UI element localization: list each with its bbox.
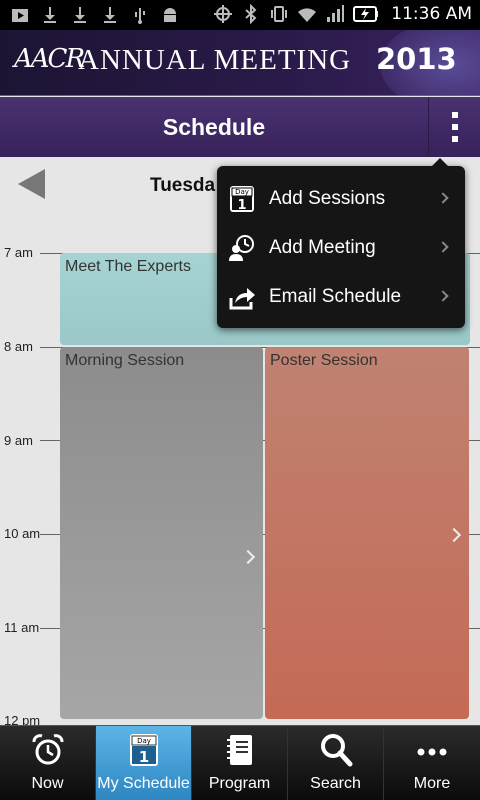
day-label: Tuesda (150, 175, 216, 196)
previous-day-button[interactable] (18, 169, 45, 199)
battery-charging-icon (353, 6, 379, 22)
bluetooth-icon (245, 4, 257, 24)
action-bar: Schedule (0, 97, 480, 157)
share-icon (229, 288, 255, 310)
calendar-day-icon: Day 1 (129, 734, 158, 766)
menu-item-add-meeting[interactable]: Add Meeting (217, 225, 465, 273)
chevron-right-icon (437, 290, 449, 302)
download-icon (104, 7, 116, 23)
page-title: Schedule (162, 114, 266, 140)
event-poster-session[interactable]: Poster Session (265, 347, 469, 719)
event-title: Poster Session (270, 352, 378, 369)
aacr-logo: AACR (14, 44, 85, 74)
tab-my-schedule[interactable]: Day 1 My Schedule (96, 726, 192, 800)
menu-notch (431, 158, 449, 167)
overflow-dot (451, 136, 458, 142)
hour-label: 7 am (4, 245, 33, 260)
tab-more[interactable]: More (384, 726, 480, 800)
menu-item-email-schedule[interactable]: Email Schedule (217, 274, 465, 322)
hour-label: 9 am (4, 433, 33, 448)
tab-label: My Schedule (97, 775, 190, 792)
hour-label: 8 am (4, 339, 33, 354)
calendar-icon-top-text: Day (137, 737, 151, 745)
menu-item-label: Email Schedule (269, 286, 402, 307)
vibrate-icon (271, 6, 288, 22)
tab-label: Program (208, 775, 271, 792)
tab-program[interactable]: Program (192, 726, 288, 800)
overflow-popup-menu: Day 1 Add Sessions Add Meeting Email Sch… (217, 158, 465, 328)
tab-label: More (413, 775, 451, 792)
media-icon (12, 9, 28, 22)
android-icon (164, 8, 176, 22)
event-title: Morning Session (65, 352, 185, 369)
banner-title: ANNUAL MEETING (78, 44, 352, 76)
download-icon (74, 7, 86, 23)
overflow-dot (451, 124, 458, 130)
alarm-clock-icon (32, 734, 63, 765)
wifi-icon (298, 8, 317, 22)
tab-label: Now (31, 775, 64, 792)
gps-icon (214, 5, 233, 23)
menu-item-label: Add Meeting (269, 237, 376, 258)
search-icon (320, 734, 352, 767)
hour-label: 11 am (4, 620, 40, 635)
calendar-icon-number: 1 (138, 748, 148, 766)
menu-item-add-sessions[interactable]: Day 1 Add Sessions (217, 176, 465, 224)
bottom-tab-bar: Now Day 1 My Schedule Program Search Mor… (0, 725, 480, 800)
overflow-menu-button[interactable] (428, 97, 480, 157)
signal-icon (327, 5, 345, 22)
clock: 11:36 AM (391, 4, 472, 24)
usb-icon (135, 8, 145, 24)
conference-banner: AACR ANNUAL MEETING 2013 (0, 30, 480, 96)
chevron-right-icon (240, 549, 256, 565)
event-title: Meet The Experts (65, 258, 191, 275)
chevron-right-icon (437, 241, 449, 253)
calendar-day-icon: Day 1 (230, 186, 254, 213)
overflow-dot (451, 112, 458, 118)
more-dots-icon (417, 748, 447, 756)
hour-label: 10 am (4, 526, 41, 541)
chevron-right-icon (446, 527, 462, 543)
hour-label: 12 pm (4, 713, 41, 725)
add-meeting-icon (229, 235, 254, 261)
notebook-icon (226, 735, 252, 765)
status-bar: 11:36 AM (0, 0, 480, 30)
download-icon (44, 7, 56, 23)
calendar-icon-top-text: Day (235, 188, 249, 196)
calendar-icon-number: 1 (237, 198, 246, 213)
tab-search[interactable]: Search (288, 726, 384, 800)
banner-year: 2013 (376, 42, 457, 76)
event-morning-session[interactable]: Morning Session (60, 347, 263, 719)
tab-now[interactable]: Now (0, 726, 96, 800)
menu-item-label: Add Sessions (269, 188, 386, 209)
chevron-right-icon (437, 192, 449, 204)
tab-label: Search (310, 775, 361, 792)
